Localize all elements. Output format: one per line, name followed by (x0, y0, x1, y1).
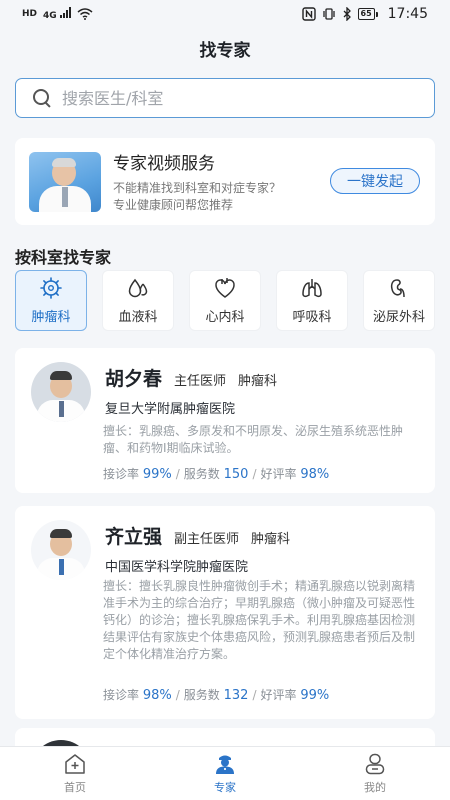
vibrate-icon (322, 8, 335, 20)
dept-label: 心内科 (205, 310, 245, 325)
service-count-label: 服务数 (183, 467, 220, 481)
doctor-header: 齐立强 副主任医师 肿瘤科 (105, 522, 290, 549)
doctor-name: 胡夕春 (105, 368, 163, 390)
doctor-name: 齐立强 (105, 526, 163, 548)
lungs-icon (302, 279, 322, 298)
search-box[interactable] (15, 78, 435, 118)
dept-label: 泌尿外科 (372, 310, 425, 325)
search-icon (32, 88, 52, 108)
profile-icon (365, 753, 385, 775)
4g-signal-icon: 4G (43, 7, 71, 21)
home-plus-icon (65, 754, 85, 774)
consult-rate-label: 接诊率 (103, 467, 140, 481)
dept-oncology[interactable]: 肿瘤科 (15, 270, 87, 331)
dept-urology[interactable]: 泌尿外科 (363, 270, 435, 331)
rating-label: 好评率 (260, 688, 297, 702)
service-count: 150 (223, 467, 249, 482)
rating: 99% (300, 688, 330, 703)
page-title: 找专家 (199, 41, 251, 61)
signal-bars (59, 7, 71, 18)
wifi-icon (77, 8, 93, 20)
expert-photo (29, 151, 101, 212)
doctor-description: 擅长：乳腺癌、多原发和不明原发、泌尿生殖系统恶性肿瘤、和药物I期临床试验。 (103, 424, 404, 455)
tab-label: 专家 (214, 781, 236, 794)
doctor-title: 主任医师 (174, 374, 227, 389)
doctor-card[interactable]: 齐立强 副主任医师 肿瘤科 中国医学科学院肿瘤医院 擅长：擅长乳腺良性肿瘤微创手… (15, 506, 435, 719)
doctor-hospital: 复旦大学附属肿瘤医院 (105, 402, 236, 417)
doctor-stats: 接诊率 98% / 服务数 132/好评率 99% (103, 688, 330, 703)
tab-label: 首页 (64, 781, 86, 794)
tumor-icon (40, 277, 62, 299)
doctor-title: 副主任医师 (174, 532, 240, 547)
doctor-description: 擅长：擅长乳腺良性肿瘤微创手术；精通乳腺癌以锐剥离精准手术为主的综合治疗；早期乳… (103, 579, 416, 661)
heart-icon (215, 278, 235, 298)
tab-label: 我的 (364, 781, 386, 794)
dept-hematology[interactable]: 血液科 (102, 270, 174, 331)
department-list: 肿瘤科 血液科 心内科 呼吸科 泌尿外科 (15, 270, 435, 331)
service-count-label: 服务数 (183, 688, 220, 702)
blood-drops-icon (128, 278, 148, 298)
bluetooth-icon (343, 7, 351, 21)
clock: 17:45 (387, 6, 428, 22)
departments-title: 按科室找专家 (15, 248, 112, 267)
doctor-icon (216, 755, 234, 774)
video-service-card[interactable]: 专家视频服务 不能精准找到科室和对症专家？ 专业健康顾问帮您推荐 一键发起 (15, 138, 435, 225)
doctor-card[interactable]: 胡夕春 主任医师 肿瘤科 复旦大学附属肿瘤医院 擅长：乳腺癌、多原发和不明原发、… (15, 348, 435, 493)
service-line-2: 专业健康顾问帮您推荐 (113, 198, 234, 212)
kidney-icon (390, 279, 405, 298)
dept-respiratory[interactable]: 呼吸科 (276, 270, 348, 331)
tab-home[interactable]: 首页 (0, 747, 150, 800)
status-bar: HD 4G 65 17:45 (0, 0, 450, 28)
doctor-header: 胡夕春 主任医师 肿瘤科 (105, 364, 277, 391)
doctor-hospital: 中国医学科学院肿瘤医院 (105, 560, 249, 575)
dept-cardiology[interactable]: 心内科 (189, 270, 261, 331)
doctor-dept: 肿瘤科 (251, 532, 291, 547)
dept-label: 血液科 (118, 310, 158, 325)
doctor-stats: 接诊率 99% / 服务数 150/好评率 98% (103, 467, 330, 482)
consult-rate-label: 接诊率 (103, 688, 140, 702)
doctor-dept: 肿瘤科 (238, 374, 278, 389)
network-label: 4G (43, 11, 57, 21)
doctor-avatar (31, 520, 91, 580)
consult-rate: 99% (142, 467, 172, 482)
tab-mine[interactable]: 我的 (300, 747, 450, 800)
nfc-icon (301, 7, 316, 21)
tab-experts[interactable]: 专家 (150, 747, 300, 800)
hd-icon: HD (22, 9, 38, 19)
service-count: 132 (223, 688, 249, 703)
dept-label: 呼吸科 (292, 310, 332, 325)
one-click-start-button[interactable]: 一键发起 (330, 168, 420, 194)
battery-level: 65 (357, 8, 375, 20)
bottom-tab-bar: 首页 专家 我的 (0, 746, 450, 800)
search-input[interactable] (62, 88, 434, 108)
doctor-avatar (31, 362, 91, 422)
dept-label: 肿瘤科 (31, 310, 71, 325)
rating: 98% (300, 467, 330, 482)
consult-rate: 98% (142, 688, 172, 703)
battery-icon: 65 (357, 8, 378, 20)
status-left: HD 4G (22, 7, 93, 21)
rating-label: 好评率 (260, 467, 297, 481)
status-right: 65 17:45 (301, 6, 428, 22)
